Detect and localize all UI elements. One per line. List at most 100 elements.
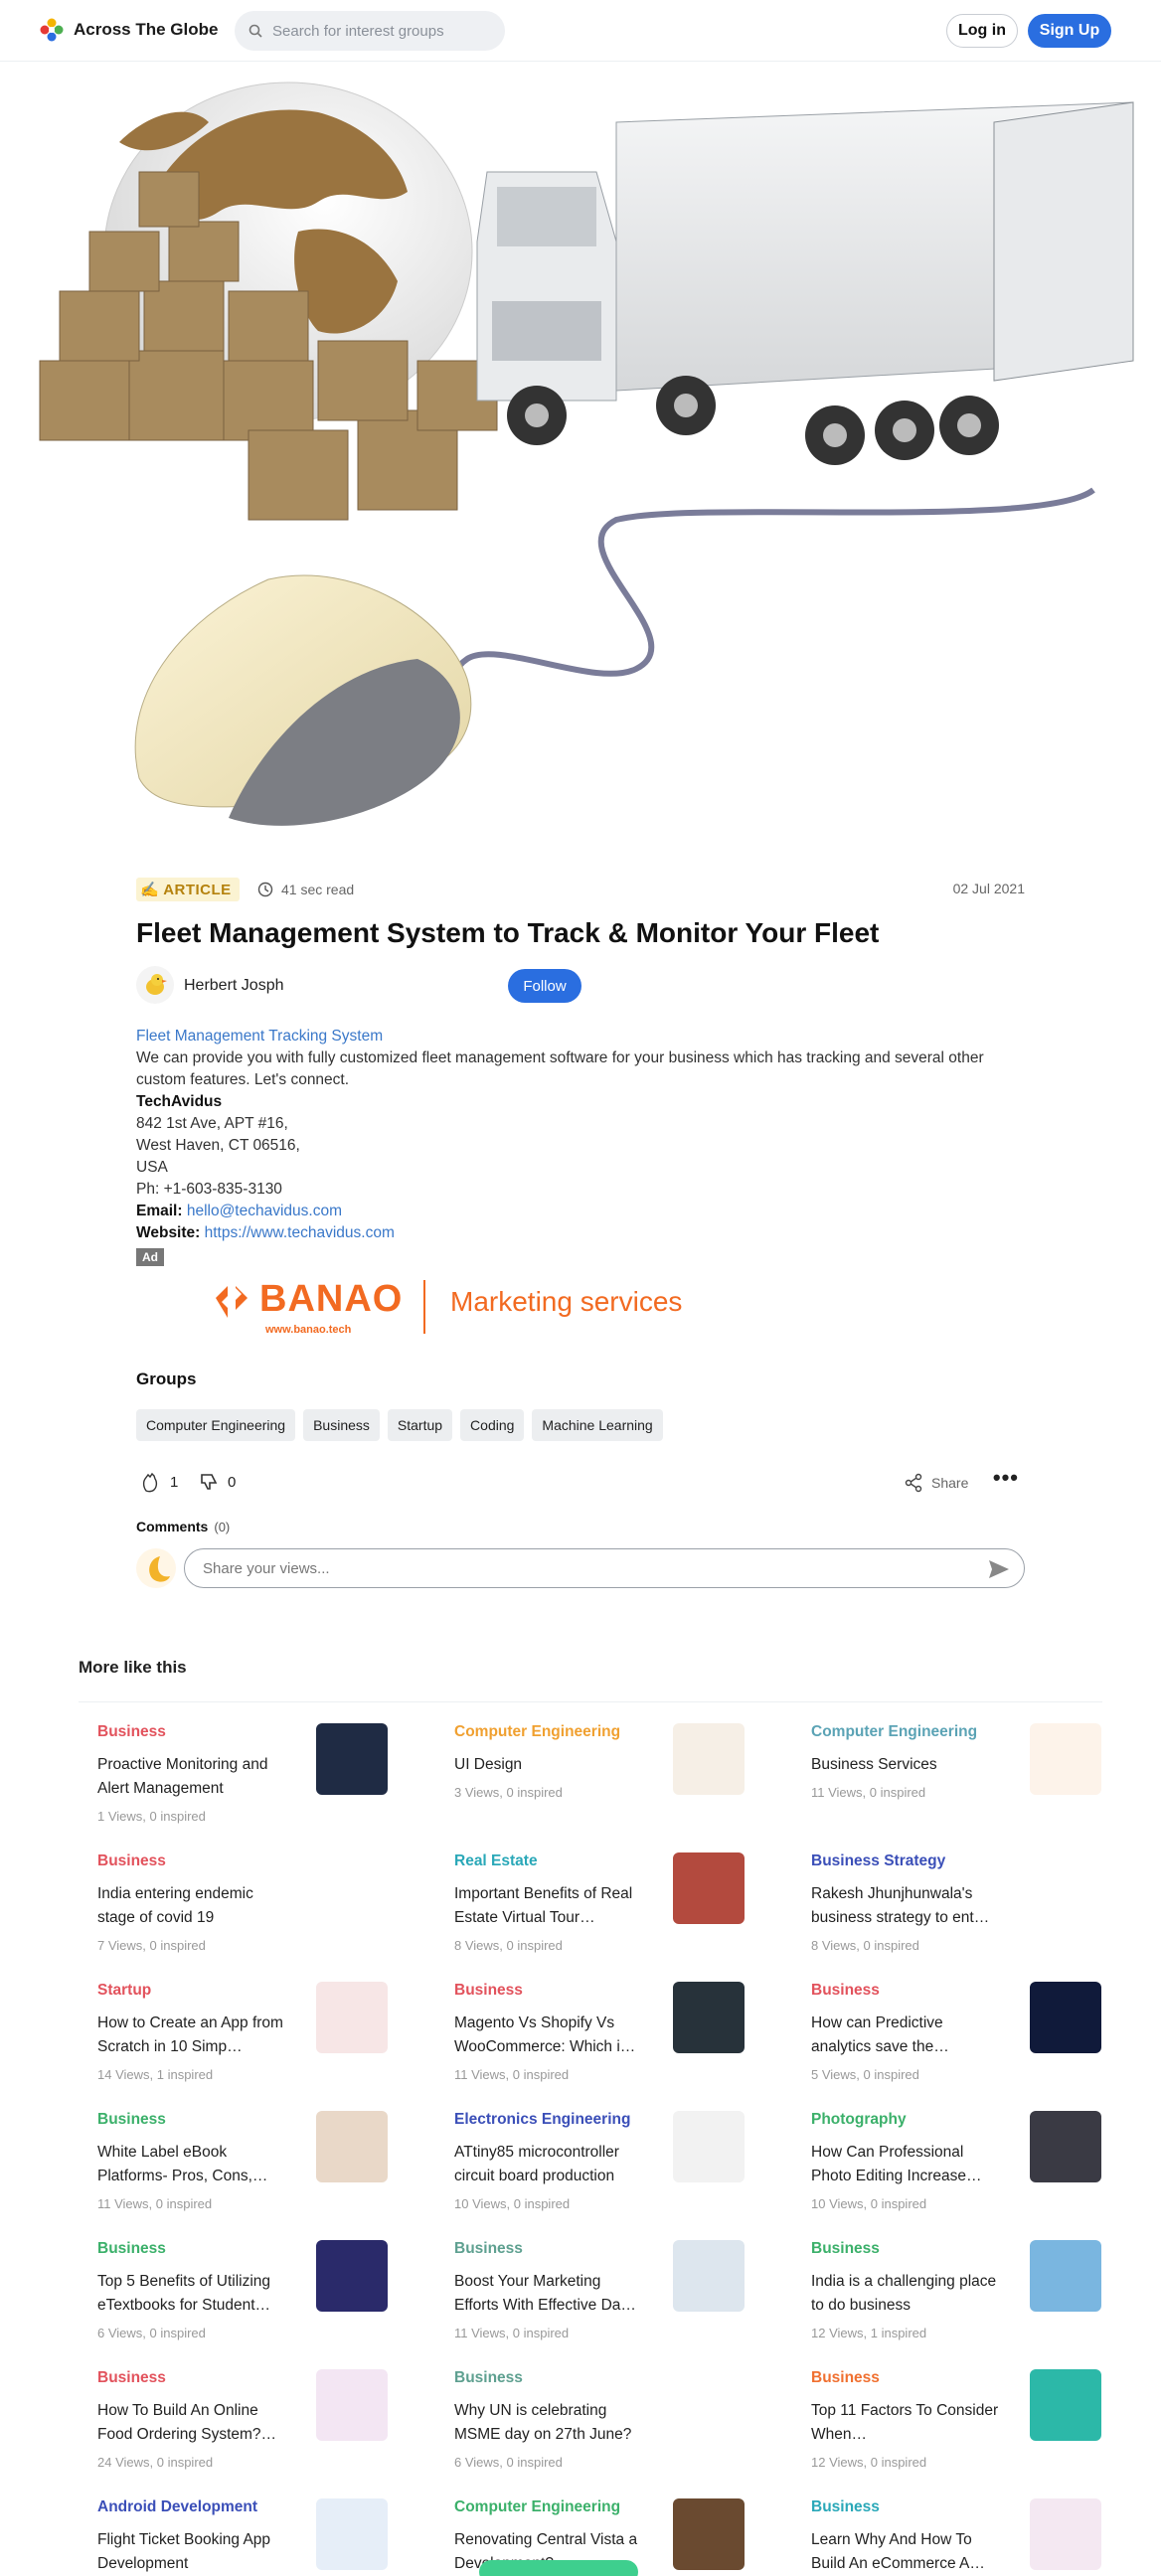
card-thumbnail[interactable] <box>1030 2240 1101 2312</box>
related-article-card[interactable]: Business White Label eBook Platforms- Pro… <box>97 2109 454 2238</box>
card-category[interactable]: Business <box>97 1721 454 1743</box>
related-article-card[interactable]: Business Proactive Monitoring and Alert M… <box>97 1721 454 1851</box>
signup-button[interactable]: Sign Up <box>1028 14 1111 48</box>
related-article-card[interactable]: Startup How to Create an App from Scratch… <box>97 1980 454 2109</box>
login-button[interactable]: Log in <box>946 14 1018 48</box>
related-article-card[interactable]: Electronics Engineering ATtiny85 microcon… <box>454 2109 811 2238</box>
card-title[interactable]: Business Services <box>811 1753 1002 1777</box>
card-category[interactable]: Business <box>97 2238 454 2260</box>
card-thumbnail[interactable] <box>1030 2369 1101 2441</box>
card-title[interactable]: Proactive Monitoring and Alert Managemen… <box>97 1753 288 1801</box>
related-article-card[interactable]: Business How can Predictive analytics sav… <box>811 1980 1101 2109</box>
card-title[interactable]: How Can Professional Photo Editing Incre… <box>811 2141 1002 2188</box>
website-link[interactable]: https://www.techavidus.com <box>205 1224 395 1241</box>
more-options-icon[interactable]: ••• <box>993 1465 1019 1491</box>
related-article-card[interactable]: Computer Engineering Business Services 11 … <box>811 1721 1101 1851</box>
card-title[interactable]: Top 11 Factors To Consider When… <box>811 2399 1002 2447</box>
card-category[interactable]: Computer Engineering <box>454 1721 811 1743</box>
card-thumbnail[interactable] <box>673 1852 745 1924</box>
author-name[interactable]: Herbert Josph <box>184 977 284 995</box>
dislike-reaction[interactable]: 0 <box>198 1471 236 1493</box>
related-article-card[interactable]: Android Development Flight Ticket Booking… <box>97 2496 454 2576</box>
card-thumbnail[interactable] <box>673 2240 745 2312</box>
comment-input[interactable] <box>203 1559 958 1577</box>
card-category[interactable]: Business <box>97 2367 454 2389</box>
card-category[interactable]: Computer Engineering <box>454 2496 811 2518</box>
send-icon[interactable] <box>988 1559 1010 1579</box>
related-article-card[interactable]: Business Strategy Rakesh Jhunjhunwala's b… <box>811 1851 1101 1980</box>
card-stats: 3 Views, 0 inspired <box>454 1785 563 1800</box>
card-category[interactable]: Business <box>97 2109 454 2131</box>
card-category[interactable]: Business <box>97 1851 454 1872</box>
card-title[interactable]: Learn Why And How To Build An eCommerce … <box>811 2528 1002 2576</box>
group-chip[interactable]: Computer Engineering <box>136 1409 296 1441</box>
card-thumbnail[interactable] <box>1030 2498 1101 2570</box>
related-article-card[interactable]: Business Magento Vs Shopify Vs WooCommerc… <box>454 1980 811 2109</box>
search-input[interactable] <box>272 22 491 40</box>
card-category[interactable]: Business <box>454 1980 811 2002</box>
brand-logo[interactable]: Across The Globe <box>40 18 218 42</box>
related-article-card[interactable]: Business How To Build An Online Food Orde… <box>97 2367 454 2496</box>
card-title[interactable]: How To Build An Online Food Ordering Sys… <box>97 2399 288 2447</box>
card-thumbnail[interactable] <box>673 1723 745 1795</box>
author-avatar[interactable] <box>136 966 174 1004</box>
follow-button[interactable]: Follow <box>508 969 581 1003</box>
card-title[interactable]: Top 5 Benefits of Utilizing eTextbooks f… <box>97 2270 288 2318</box>
card-thumbnail[interactable] <box>1030 1982 1101 2053</box>
card-thumbnail[interactable] <box>316 2369 388 2441</box>
related-article-card[interactable]: Business Boost Your Marketing Efforts Wit… <box>454 2238 811 2367</box>
card-category[interactable]: Android Development <box>97 2496 454 2518</box>
card-thumbnail[interactable] <box>1030 1723 1101 1795</box>
card-category[interactable]: Business <box>454 2238 811 2260</box>
card-thumbnail[interactable] <box>316 1982 388 2053</box>
card-thumbnail[interactable] <box>316 1723 388 1795</box>
email-link[interactable]: hello@techavidus.com <box>187 1203 342 1219</box>
card-title[interactable]: How can Predictive analytics save the… <box>811 2012 1002 2059</box>
card-thumbnail[interactable] <box>673 2111 745 2182</box>
card-category[interactable]: Electronics Engineering <box>454 2109 811 2131</box>
card-thumbnail[interactable] <box>673 1982 745 2053</box>
group-chip[interactable]: Business <box>303 1409 380 1441</box>
related-article-card[interactable]: Photography How Can Professional Photo Ed… <box>811 2109 1101 2238</box>
card-thumbnail[interactable] <box>1030 2111 1101 2182</box>
clap-reaction[interactable]: 1 <box>140 1471 178 1493</box>
card-title[interactable]: Flight Ticket Booking App Development <box>97 2528 288 2576</box>
card-title[interactable]: How to Create an App from Scratch in 10 … <box>97 2012 288 2059</box>
card-title[interactable]: White Label eBook Platforms- Pros, Cons,… <box>97 2141 288 2188</box>
related-article-card[interactable]: Business Why UN is celebrating MSME day o… <box>454 2367 811 2496</box>
related-article-card[interactable]: Business India is a challenging place to … <box>811 2238 1101 2367</box>
card-category[interactable]: Startup <box>97 1980 454 2002</box>
card-thumbnail[interactable] <box>673 2498 745 2570</box>
card-title[interactable]: India is a challenging place to do busin… <box>811 2270 1002 2318</box>
card-thumbnail[interactable] <box>316 2498 388 2570</box>
ad-banner[interactable]: BANAO www.banao.tech Marketing services <box>202 1268 739 1354</box>
card-title[interactable]: Boost Your Marketing Efforts With Effect… <box>454 2270 645 2318</box>
related-article-card[interactable]: Business Top 11 Factors To Consider When…… <box>811 2367 1101 2496</box>
article-body-link[interactable]: Fleet Management Tracking System <box>136 1026 1025 1047</box>
group-chip[interactable]: Startup <box>387 1409 453 1441</box>
card-category[interactable]: Business <box>454 2367 811 2389</box>
card-title[interactable]: India entering endemic stage of covid 19 <box>97 1882 288 1930</box>
card-thumbnail[interactable] <box>316 2240 388 2312</box>
card-category[interactable]: Business Strategy <box>811 1851 1101 1872</box>
card-title[interactable]: Rakesh Jhunjhunwala's business strategy … <box>811 1882 1002 1930</box>
related-article-card[interactable]: Computer Engineering UI Design 3 Views, 0 … <box>454 1721 811 1851</box>
card-title[interactable]: Magento Vs Shopify Vs WooCommerce: Which… <box>454 2012 645 2059</box>
card-title[interactable]: ATtiny85 microcontroller circuit board p… <box>454 2141 645 2188</box>
comment-field[interactable] <box>184 1548 1025 1588</box>
card-stats: 8 Views, 0 inspired <box>454 1938 563 1953</box>
card-title[interactable]: Why UN is celebrating MSME day on 27th J… <box>454 2399 645 2447</box>
share-button[interactable]: Share <box>904 1473 968 1493</box>
related-article-card[interactable]: Real Estate Important Benefits of Real Es… <box>454 1851 811 1980</box>
card-stats: 11 Views, 0 inspired <box>454 2067 570 2082</box>
card-category[interactable]: Real Estate <box>454 1851 811 1872</box>
card-title[interactable]: Important Benefits of Real Estate Virtua… <box>454 1882 645 1930</box>
card-thumbnail[interactable] <box>316 2111 388 2182</box>
related-article-card[interactable]: Business Learn Why And How To Build An eC… <box>811 2496 1101 2576</box>
related-article-card[interactable]: Business India entering endemic stage of … <box>97 1851 454 1980</box>
related-article-card[interactable]: Business Top 5 Benefits of Utilizing eTex… <box>97 2238 454 2367</box>
group-chip[interactable]: Machine Learning <box>532 1409 663 1441</box>
card-title[interactable]: UI Design <box>454 1753 645 1777</box>
search-bar[interactable] <box>235 11 505 51</box>
group-chip[interactable]: Coding <box>460 1409 525 1441</box>
